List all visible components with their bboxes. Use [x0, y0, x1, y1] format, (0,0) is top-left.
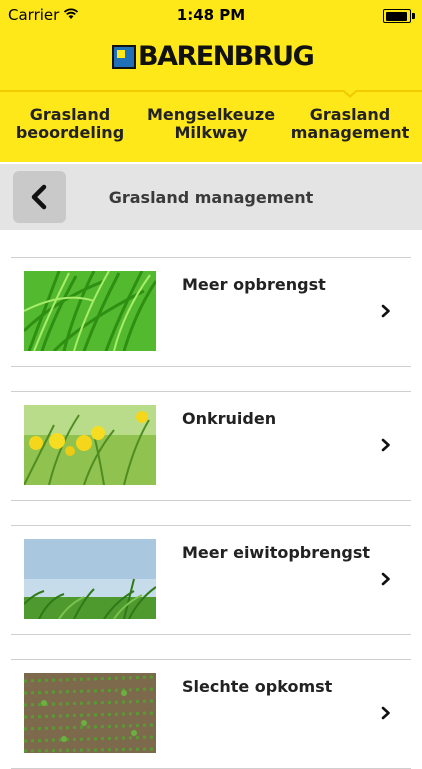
- tab-label-line2: management: [290, 123, 410, 142]
- item-label: Meer eiwitopbrengst: [182, 543, 370, 562]
- list-item-meer-opbrengst[interactable]: Meer opbrengst: [11, 257, 411, 367]
- status-bar: Carrier 1:48 PM: [0, 0, 422, 30]
- navigation-bar: Grasland management: [0, 164, 422, 230]
- chevron-right-icon: [381, 304, 390, 318]
- page-title: Grasland management: [108, 188, 314, 207]
- item-label: Meer opbrengst: [182, 275, 326, 294]
- list-item-slechte-opkomst[interactable]: Slechte opkomst: [11, 659, 411, 769]
- dandelion-photo: [24, 405, 156, 485]
- item-label: Slechte opkomst: [182, 677, 333, 696]
- app-header: Carrier 1:48 PM BARENBRUG: [0, 0, 422, 90]
- tab-label-line1: Grasland: [309, 105, 391, 124]
- barenbrug-logo: BARENBRUG: [112, 41, 315, 72]
- tab-grasland-beoordeling[interactable]: Grasland beoordeling: [10, 106, 130, 142]
- chevron-right-icon: [381, 438, 390, 452]
- item-label: Onkruiden: [182, 409, 277, 428]
- list-item-onkruiden[interactable]: Onkruiden: [11, 391, 411, 501]
- tab-grasland-management[interactable]: Grasland management: [286, 106, 414, 142]
- list-item-meer-eiwitopbrengst[interactable]: Meer eiwitopbrengst: [11, 525, 411, 635]
- chevron-right-icon: [381, 706, 390, 720]
- selected-tab-indicator: [341, 89, 359, 98]
- logo-mark-icon: [112, 45, 136, 69]
- tab-mengselkeuze-milkway[interactable]: Mengselkeuze Milkway: [146, 106, 276, 142]
- tab-label-line1: Grasland: [29, 105, 111, 124]
- grass-photo: [24, 271, 156, 351]
- grass-sky-photo: [24, 539, 156, 619]
- tab-label-line2: beoordeling: [15, 123, 125, 142]
- status-time: 1:48 PM: [176, 6, 246, 24]
- battery-icon: [383, 9, 415, 23]
- logo-text: BARENBRUG: [138, 41, 315, 72]
- tab-label-line1: Mengselkeuze: [146, 105, 276, 124]
- tab-bar: Grasland beoordeling Mengselkeuze Milkwa…: [0, 89, 422, 162]
- chevron-right-icon: [381, 572, 390, 586]
- field-rows-photo: [24, 673, 156, 753]
- tab-label-line2: Milkway: [174, 123, 248, 142]
